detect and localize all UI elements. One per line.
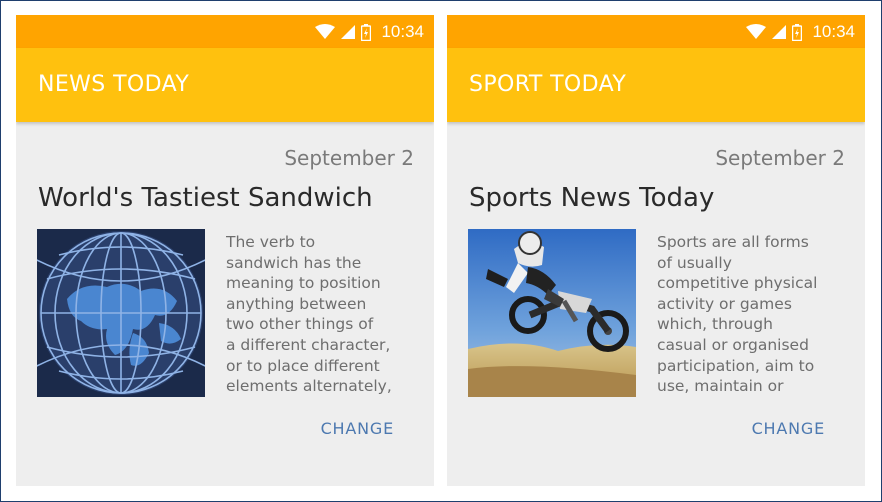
status-icons: 10:34 [746, 21, 855, 43]
status-bar: 10:34 [16, 15, 434, 48]
change-button[interactable]: CHANGE [321, 419, 394, 438]
status-time: 10:34 [812, 22, 855, 41]
article-headline: World's Tastiest Sandwich [38, 183, 373, 213]
status-icons: 10:34 [315, 21, 424, 43]
cell-signal-icon [341, 25, 356, 39]
article-date: September 2 [284, 146, 414, 170]
status-time: 10:34 [381, 22, 424, 41]
article-headline: Sports News Today [469, 183, 715, 213]
change-button[interactable]: CHANGE [752, 419, 825, 438]
app-toolbar: SPORT TODAY [447, 48, 865, 122]
app-toolbar: NEWS TODAY [16, 48, 434, 122]
toolbar-title: NEWS TODAY [38, 72, 190, 97]
article-body: Sports are all forms of usually competit… [657, 233, 818, 396]
wifi-icon [746, 24, 767, 39]
globe-grid-image [37, 229, 205, 397]
phone-screen-news: 10:34 NEWS TODAY September 2 World's Tas… [16, 15, 434, 486]
motocross-jump-image [468, 229, 636, 397]
article-body: The verb to sandwich has the meaning to … [226, 233, 392, 396]
article-date: September 2 [715, 146, 845, 170]
wifi-icon [315, 24, 336, 39]
status-bar: 10:34 [447, 15, 865, 48]
battery-charging-icon [792, 23, 803, 41]
toolbar-title: SPORT TODAY [469, 72, 627, 97]
phone-screen-sport: 10:34 SPORT TODAY September 2 Sports New… [447, 15, 865, 486]
cell-signal-icon [772, 25, 787, 39]
battery-charging-icon [361, 23, 372, 41]
